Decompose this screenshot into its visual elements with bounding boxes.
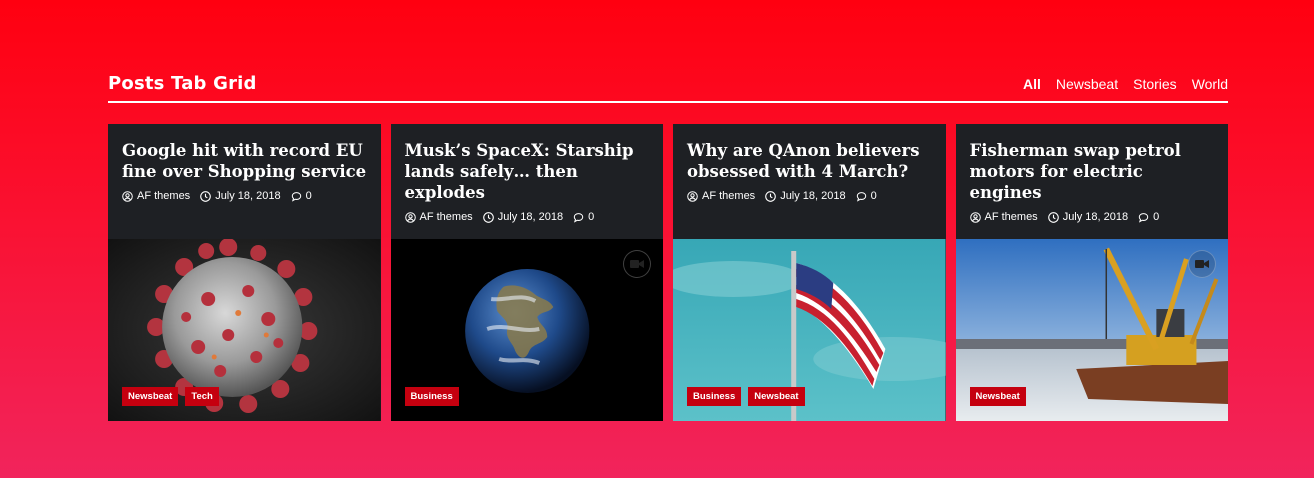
post-date: July 18, 2018 (200, 190, 281, 202)
post-date: July 18, 2018 (482, 211, 563, 223)
post-title[interactable]: Musk’s SpaceX: Starship lands safely… th… (405, 140, 650, 203)
user-icon (969, 211, 981, 223)
post-image[interactable]: Business (390, 239, 663, 421)
tag-newsbeat[interactable]: Newsbeat (748, 387, 805, 406)
post-tags: Business (404, 387, 459, 406)
tab-all[interactable]: All (1023, 76, 1041, 92)
post-tags: Business Newsbeat (687, 387, 805, 406)
post-date: July 18, 2018 (765, 190, 846, 202)
tag-newsbeat[interactable]: Newsbeat (122, 387, 179, 406)
post-meta: AF themes July 18, 2018 0 (969, 211, 1215, 223)
comment-icon (291, 191, 301, 202)
tag-tech[interactable]: Tech (185, 387, 219, 406)
post-card: Musk’s SpaceX: Starship lands safely… th… (390, 124, 663, 421)
post-meta: AF themes July 18, 2018 0 (687, 190, 932, 202)
post-meta: AF themes July 18, 2018 0 (404, 211, 650, 223)
user-icon (404, 211, 416, 223)
post-comments[interactable]: 0 (1138, 211, 1159, 223)
tag-business[interactable]: Business (687, 387, 742, 406)
comment-icon (856, 191, 866, 202)
post-title[interactable]: Why are QAnon believers obsessed with 4 … (687, 140, 932, 182)
post-card: Google hit with record EU fine over Shop… (108, 124, 381, 421)
post-image[interactable]: Newsbeat (955, 239, 1228, 421)
user-icon (122, 190, 133, 202)
tab-stories[interactable]: Stories (1133, 76, 1177, 92)
post-author[interactable]: AF themes (122, 190, 190, 202)
post-comments[interactable]: 0 (573, 211, 594, 223)
section-header: Posts Tab Grid All Newsbeat Stories Worl… (108, 72, 1228, 103)
user-icon (687, 190, 698, 202)
post-author[interactable]: AF themes (969, 211, 1038, 223)
clock-icon (765, 190, 777, 202)
tab-world[interactable]: World (1192, 76, 1228, 92)
post-author[interactable]: AF themes (687, 190, 755, 202)
post-card: Fisherman swap petrol motors for electri… (955, 124, 1228, 421)
post-date: July 18, 2018 (1047, 211, 1128, 223)
video-icon[interactable] (1188, 250, 1216, 278)
comment-icon (573, 212, 584, 223)
video-icon[interactable] (623, 250, 651, 278)
posts-tab-grid-section: Posts Tab Grid All Newsbeat Stories Worl… (108, 72, 1228, 421)
post-author[interactable]: AF themes (404, 211, 473, 223)
post-title[interactable]: Google hit with record EU fine over Shop… (122, 140, 367, 182)
post-card: Why are QAnon believers obsessed with 4 … (673, 124, 946, 421)
post-tags: Newsbeat (969, 387, 1026, 406)
post-title[interactable]: Fisherman swap petrol motors for electri… (970, 140, 1215, 203)
posts-grid: Google hit with record EU fine over Shop… (108, 124, 1228, 421)
post-tags: Newsbeat Tech (122, 387, 219, 406)
tab-newsbeat[interactable]: Newsbeat (1056, 76, 1118, 92)
tag-newsbeat[interactable]: Newsbeat (969, 387, 1026, 406)
clock-icon (200, 190, 212, 202)
tab-list: All Newsbeat Stories World (1023, 76, 1228, 92)
comment-icon (1138, 212, 1149, 223)
clock-icon (482, 211, 494, 223)
post-image[interactable]: Business Newsbeat (673, 239, 946, 421)
post-comments[interactable]: 0 (291, 190, 312, 202)
post-image[interactable]: Newsbeat Tech (108, 239, 381, 421)
post-meta: AF themes July 18, 2018 0 (122, 190, 367, 202)
clock-icon (1047, 211, 1059, 223)
section-title: Posts Tab Grid (108, 73, 257, 94)
tag-business[interactable]: Business (404, 387, 459, 406)
post-comments[interactable]: 0 (856, 190, 877, 202)
